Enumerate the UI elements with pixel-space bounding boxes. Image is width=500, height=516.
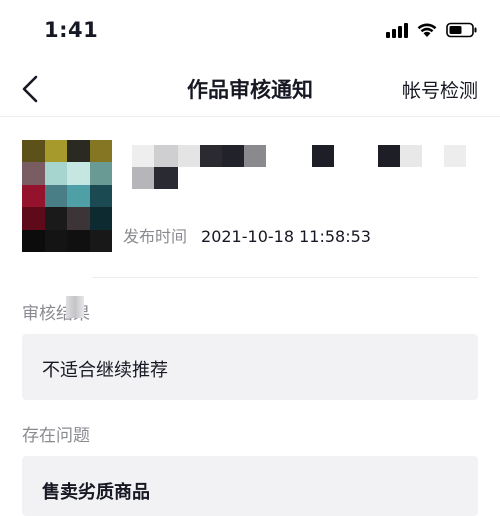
work-title-blurred xyxy=(132,142,472,189)
wifi-icon xyxy=(416,22,438,38)
card-divider xyxy=(92,277,478,278)
account-check-button[interactable]: 帐号检测 xyxy=(402,76,478,103)
status-time: 1:41 xyxy=(44,18,99,42)
work-cover-thumbnail[interactable] xyxy=(22,140,112,252)
issue-label: 存在问题 xyxy=(22,426,90,446)
review-result-box: 不适合继续推荐 xyxy=(22,334,478,400)
battery-icon xyxy=(446,22,478,38)
issue-value: 售卖劣质商品 xyxy=(42,482,150,503)
nav-bar: 作品审核通知 帐号检测 xyxy=(0,60,500,116)
publish-time-row: 发布时间 2021-10-18 11:58:53 xyxy=(123,223,371,247)
issue-box: 售卖劣质商品 xyxy=(22,456,478,516)
signal-icon xyxy=(386,22,408,38)
publish-time-label: 发布时间 xyxy=(123,227,188,246)
status-icons xyxy=(386,22,478,38)
nav-divider xyxy=(0,116,500,117)
review-result-value: 不适合继续推荐 xyxy=(42,360,168,381)
status-bar: 1:41 xyxy=(0,0,500,60)
work-card[interactable]: 发布时间 2021-10-18 11:58:53 xyxy=(22,137,478,257)
label-blur-overlay xyxy=(66,296,84,318)
publish-time-value: 2021-10-18 11:58:53 xyxy=(201,227,371,246)
